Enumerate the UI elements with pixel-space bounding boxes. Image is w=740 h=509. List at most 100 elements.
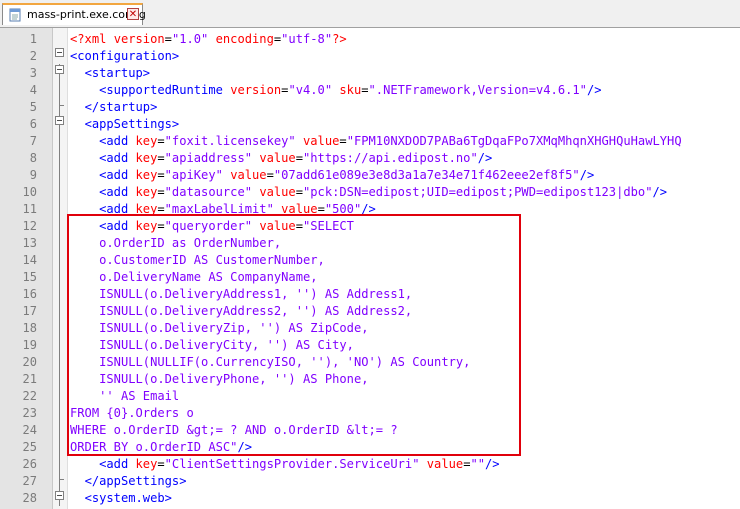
code-token: "FPM10NXDOD7PABa6TgDqaFPo7XMqMhqnXHGHQuH… [346, 134, 682, 148]
code-token: <add [99, 457, 136, 471]
code-token: = [339, 134, 347, 148]
line-number: 20 [22, 355, 37, 369]
code-token: /> [579, 168, 595, 182]
line-number: 11 [22, 202, 37, 216]
code-line: <appSettings> [70, 116, 180, 133]
code-token: <system.web> [84, 491, 172, 505]
line-number: 21 [22, 372, 37, 386]
code-token: <add [99, 134, 136, 148]
code-token: version [230, 83, 282, 97]
line-number: 17 [22, 304, 37, 318]
code-token: "07add61e089e3e8d3a1a7e34e71f462eee2ef8f… [273, 168, 580, 182]
code-token: value [259, 185, 296, 199]
code-token: "foxit.licensekey" [164, 134, 296, 148]
line-number: 26 [22, 457, 37, 471]
close-icon[interactable]: ✕ [127, 8, 139, 20]
fold-end-marker [59, 105, 64, 106]
code-token: value [230, 168, 267, 182]
code-token: value [303, 134, 340, 148]
code-token: "utf-8" [281, 32, 333, 46]
fold-toggle-icon[interactable] [55, 116, 64, 125]
line-number: 15 [22, 270, 37, 284]
code-token: "apiKey" [164, 168, 223, 182]
code-token: <appSettings> [84, 117, 180, 131]
fold-line [59, 64, 60, 506]
code-token: key [135, 457, 158, 471]
line-number: 28 [22, 491, 37, 505]
code-token: <add [99, 185, 136, 199]
code-line: <supportedRuntime version="v4.0" sku=".N… [70, 82, 602, 99]
line-number: 24 [22, 423, 37, 437]
code-token: key [135, 185, 158, 199]
code-token: "pck:DSN=edipost;UID=edipost;PWD=edipost… [303, 185, 653, 199]
line-number: 19 [22, 338, 37, 352]
code-token: = [164, 32, 172, 46]
line-number: 7 [29, 134, 37, 148]
line-number: 5 [29, 100, 37, 114]
code-token: = [295, 151, 303, 165]
fold-toggle-icon[interactable] [55, 65, 64, 74]
code-token: = [157, 168, 165, 182]
line-number: 10 [22, 185, 37, 199]
code-token: /> [477, 151, 493, 165]
code-token: value [426, 457, 464, 471]
code-token: = [266, 168, 274, 182]
code-token: "apiaddress" [164, 151, 253, 165]
code-token: /> [652, 185, 668, 199]
line-number: 9 [29, 168, 37, 182]
code-token: = [157, 185, 165, 199]
code-token: = [295, 185, 303, 199]
fold-toggle-icon[interactable] [55, 48, 64, 57]
code-token: encoding [215, 32, 274, 46]
file-tab[interactable]: mass-print.exe.config ✕ [2, 3, 146, 25]
code-token: "" [470, 457, 486, 471]
line-number: 12 [22, 219, 37, 233]
code-token: key [135, 151, 158, 165]
code-token: sku [339, 83, 362, 97]
code-token: </appSettings> [84, 474, 187, 488]
line-number: 8 [29, 151, 37, 165]
fold-margin [53, 28, 68, 509]
code-token: <?xml [70, 32, 114, 46]
line-number: 4 [29, 83, 37, 97]
code-token: key [135, 134, 158, 148]
line-number: 18 [22, 321, 37, 335]
line-number: 6 [29, 117, 37, 131]
code-line: </appSettings> [70, 473, 187, 490]
code-token: /> [485, 457, 500, 471]
code-token: value [259, 151, 296, 165]
code-token: = [361, 83, 369, 97]
code-token: = [157, 457, 165, 471]
line-number: 23 [22, 406, 37, 420]
code-token: = [157, 151, 165, 165]
fold-toggle-icon[interactable] [55, 491, 64, 500]
code-token: version [113, 32, 165, 46]
code-token: <startup> [84, 66, 151, 80]
code-token: <supportedRuntime [99, 83, 231, 97]
code-token: <configuration> [70, 49, 180, 63]
notepad-file-icon [9, 8, 21, 22]
line-number: 14 [22, 253, 37, 267]
code-line: <startup> [70, 65, 151, 82]
code-line: <add key="ClientSettingsProvider.Service… [70, 456, 500, 473]
line-number: 25 [22, 440, 37, 454]
code-token: key [135, 168, 158, 182]
line-number: 16 [22, 287, 37, 301]
highlight-box [67, 214, 521, 456]
code-token: <add [99, 151, 136, 165]
code-token: /> [586, 83, 602, 97]
code-line: <add key="datasource" value="pck:DSN=edi… [70, 184, 667, 201]
